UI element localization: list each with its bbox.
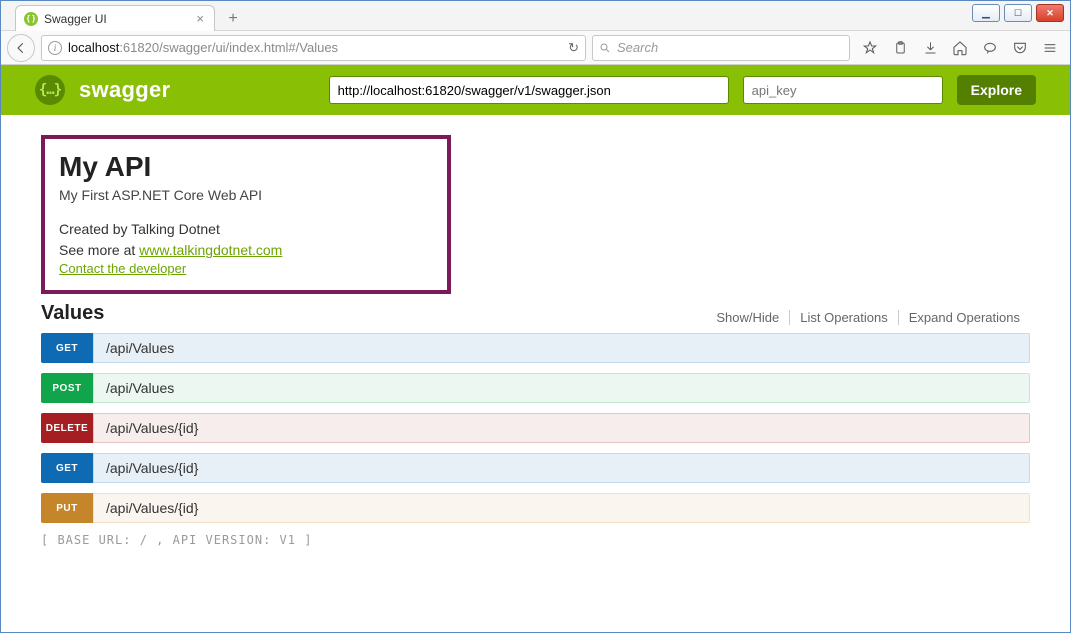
window-controls (972, 4, 1064, 22)
download-icon[interactable] (920, 38, 940, 58)
api-info-box: My API My First ASP.NET Core Web API Cre… (41, 135, 451, 294)
tab-strip: { } Swagger UI × + (1, 1, 1070, 31)
operation-row[interactable]: GET/api/Values (41, 333, 1030, 363)
section-actions: Show/Hide List Operations Expand Operati… (706, 310, 1030, 325)
swagger-header: {…} swagger Explore (1, 65, 1070, 115)
operations-list: GET/api/ValuesPOST/api/ValuesDELETE/api/… (41, 333, 1030, 523)
url-text: localhost:61820/swagger/ui/index.html#/V… (68, 40, 562, 55)
toolbar-icons (856, 38, 1064, 58)
list-ops-link[interactable]: List Operations (790, 310, 898, 325)
favicon-icon: { } (24, 12, 38, 26)
see-more-link[interactable]: www.talkingdotnet.com (139, 242, 282, 258)
footer-meta: [ BASE URL: / , API VERSION: V1 ] (41, 533, 1030, 547)
minimize-button[interactable] (972, 4, 1000, 22)
explore-button[interactable]: Explore (957, 75, 1036, 105)
api-title: My API (59, 151, 433, 183)
api-key-input[interactable] (743, 76, 943, 104)
viewport: {…} swagger Explore My API My First ASP.… (1, 65, 1070, 632)
section-title[interactable]: Values (41, 302, 104, 325)
tab-close-icon[interactable]: × (194, 11, 206, 26)
show-hide-link[interactable]: Show/Hide (706, 310, 790, 325)
expand-ops-link[interactable]: Expand Operations (899, 310, 1030, 325)
operation-row[interactable]: PUT/api/Values/{id} (41, 493, 1030, 523)
nav-bar: i localhost:61820/swagger/ui/index.html#… (1, 31, 1070, 65)
method-badge: GET (41, 453, 93, 483)
address-bar[interactable]: i localhost:61820/swagger/ui/index.html#… (41, 35, 586, 61)
operation-path: /api/Values/{id} (93, 413, 1030, 443)
swagger-brand: swagger (79, 77, 170, 103)
method-badge: PUT (41, 493, 93, 523)
bookmark-star-icon[interactable] (860, 38, 880, 58)
tab-title: Swagger UI (44, 12, 188, 26)
clipboard-icon[interactable] (890, 38, 910, 58)
operation-row[interactable]: GET/api/Values/{id} (41, 453, 1030, 483)
contact-developer-link[interactable]: Contact the developer (59, 261, 186, 276)
method-badge: DELETE (41, 413, 93, 443)
maximize-button[interactable] (1004, 4, 1032, 22)
spec-url-input[interactable] (329, 76, 729, 104)
browser-window: { } Swagger UI × + i localhost:61820/swa… (0, 0, 1071, 633)
operation-path: /api/Values (93, 373, 1030, 403)
browser-tab[interactable]: { } Swagger UI × (15, 5, 215, 31)
reload-icon[interactable]: ↻ (568, 40, 579, 56)
back-button[interactable] (7, 34, 35, 62)
operation-row[interactable]: POST/api/Values (41, 373, 1030, 403)
pocket-icon[interactable] (1010, 38, 1030, 58)
api-see-more: See more at www.talkingdotnet.com (59, 240, 433, 261)
close-button[interactable] (1036, 4, 1064, 22)
new-tab-button[interactable]: + (221, 8, 245, 30)
content: My API My First ASP.NET Core Web API Cre… (1, 115, 1070, 567)
operation-path: /api/Values (93, 333, 1030, 363)
api-subtitle: My First ASP.NET Core Web API (59, 187, 433, 203)
api-created-by: Created by Talking Dotnet (59, 219, 433, 240)
operation-path: /api/Values/{id} (93, 453, 1030, 483)
section-header: Values Show/Hide List Operations Expand … (41, 302, 1030, 327)
operation-row[interactable]: DELETE/api/Values/{id} (41, 413, 1030, 443)
operation-path: /api/Values/{id} (93, 493, 1030, 523)
search-placeholder: Search (617, 40, 658, 55)
menu-icon[interactable] (1040, 38, 1060, 58)
site-info-icon[interactable]: i (48, 41, 62, 55)
chat-icon[interactable] (980, 38, 1000, 58)
swagger-logo-icon: {…} (35, 75, 65, 105)
home-icon[interactable] (950, 38, 970, 58)
method-badge: GET (41, 333, 93, 363)
method-badge: POST (41, 373, 93, 403)
search-box[interactable]: Search (592, 35, 850, 61)
